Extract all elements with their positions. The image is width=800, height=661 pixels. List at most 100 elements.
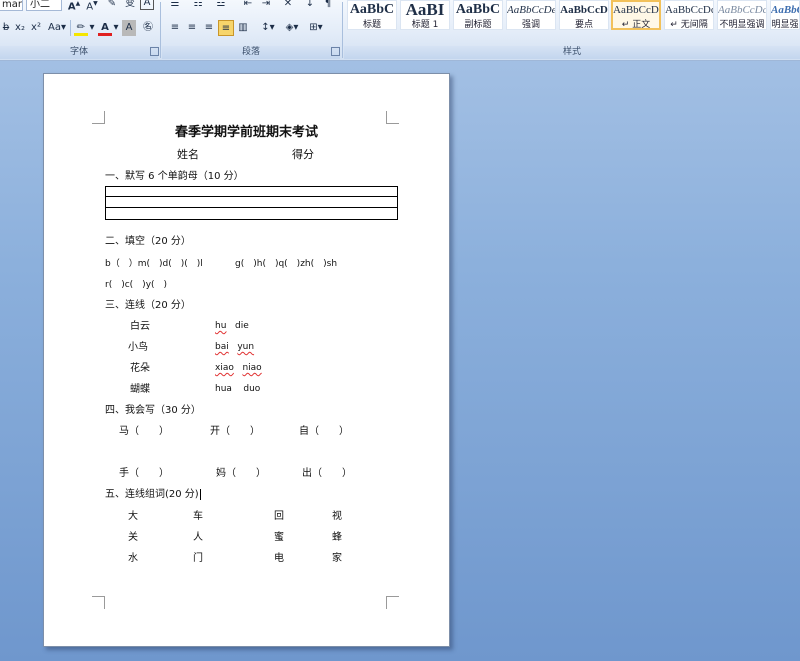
style-preview: AaBbC <box>349 2 395 17</box>
font-color-icon[interactable]: A <box>97 20 113 36</box>
borders-icon[interactable]: ⊞▾ <box>306 20 326 36</box>
style-no-spacing[interactable]: AaBbCcDc ↵ 无间隔 <box>664 0 714 30</box>
style-name: 不明显强调 <box>719 20 765 30</box>
highlight-color-bar <box>74 33 88 36</box>
sort-icon[interactable]: ↓ <box>302 0 318 12</box>
write-item: 妈（ ） <box>216 468 266 479</box>
pinyin-word: yun <box>237 342 255 352</box>
pinyin-row: hua duo <box>215 383 260 396</box>
shrink-font-icon[interactable]: A▼ <box>84 0 100 12</box>
word-char: 家 <box>332 553 342 564</box>
crop-mark-top-right <box>386 111 399 124</box>
fill-blank-line-1b: g( )h( )q( )zh( )sh <box>235 259 338 269</box>
word-char: 蜂 <box>332 532 342 543</box>
text-cursor <box>199 488 201 500</box>
style-name: 明显强 <box>771 20 799 30</box>
word-char: 人 <box>193 532 203 543</box>
style-emphasis[interactable]: AaBbCcDe 强调 <box>506 0 556 30</box>
align-center-icon[interactable]: ≡ <box>184 20 200 36</box>
font-color-bar <box>98 33 112 36</box>
highlight-icon[interactable]: ✏ <box>73 20 89 36</box>
style-heading1[interactable]: AaBI 标题 1 <box>400 0 450 30</box>
grow-font-icon[interactable]: A▲ <box>66 0 82 12</box>
name-label: 姓名 <box>177 148 199 161</box>
font-dialog-launcher-icon[interactable] <box>150 47 159 56</box>
clear-format-icon[interactable]: ✎ <box>104 0 120 12</box>
change-case-icon[interactable]: Aa▾ <box>46 20 68 36</box>
numbering-icon[interactable]: ☷ <box>190 0 206 12</box>
enclose-char-icon[interactable]: ㊔ <box>140 20 156 36</box>
style-preview: AaBbCcDc <box>718 4 766 16</box>
style-subtitle[interactable]: AaBbC 副标题 <box>453 0 503 30</box>
align-right-icon[interactable]: ≡ <box>201 20 217 36</box>
style-preview: AaBI <box>405 1 445 19</box>
fill-blank-line-2: r( )c( )y( ) <box>105 280 168 290</box>
font-color-dropdown-icon[interactable]: ▾ <box>112 20 120 36</box>
word-char: 回 <box>274 511 284 522</box>
section-3-heading: 三、连线（20 分） <box>105 300 191 311</box>
shading-icon[interactable]: ◈▾ <box>282 20 302 36</box>
word-char: 关 <box>128 532 138 543</box>
show-marks-icon[interactable]: ¶ <box>320 0 336 12</box>
distributed-icon[interactable]: ▥ <box>235 20 251 36</box>
superscript-icon[interactable]: x² <box>28 20 44 36</box>
multilevel-list-icon[interactable]: ☲ <box>213 0 229 12</box>
decrease-indent-icon[interactable]: ⇤ <box>240 0 256 12</box>
style-intense-emphasis[interactable]: AaBbCcDc 明显强 <box>770 0 800 30</box>
ribbon: mar 小二 A▲ A▼ ✎ 变 A b x₂ x² Aa▾ ✏ ▾ A ▾ A… <box>0 0 800 61</box>
style-name: 要点 <box>574 20 593 30</box>
pinyin-row: xiao niao <box>215 362 262 375</box>
section-5-heading: 五、连线组词(20 分) <box>105 488 201 501</box>
style-title[interactable]: AaBbC 标题 <box>347 0 397 30</box>
highlight-dropdown-icon[interactable]: ▾ <box>88 20 96 36</box>
pinyin-word: hu <box>215 321 227 331</box>
bullets-icon[interactable]: ☰ <box>167 0 183 12</box>
justify-icon[interactable]: ≡ <box>218 20 234 36</box>
crop-mark-bottom-left <box>92 596 105 609</box>
style-name: 标题 <box>362 20 381 30</box>
pinyin-word: bai <box>215 342 229 352</box>
word-char: 视 <box>332 511 342 522</box>
section-1-heading: 一、默写 6 个单韵母（10 分） <box>105 171 244 182</box>
align-left-icon[interactable]: ≡ <box>167 20 183 36</box>
section-5-heading-text: 五、连线组词(20 分) <box>105 489 199 500</box>
increase-indent-icon[interactable]: ⇥ <box>258 0 274 12</box>
phonetic-guide-icon[interactable]: 变 <box>122 0 138 12</box>
style-name: ↵ 无间隔 <box>670 20 708 30</box>
font-size-combo[interactable]: 小二 <box>26 0 62 11</box>
paragraph-group-label: 段落 <box>162 46 340 59</box>
pinyin-row: bai yun <box>215 341 254 354</box>
line-spacing-icon[interactable]: ↕▾ <box>258 20 278 36</box>
score-label: 得分 <box>292 148 314 161</box>
word-char: 水 <box>128 553 138 564</box>
style-preview: AaBbCcDc <box>771 4 799 16</box>
write-item: 自（ ） <box>299 426 349 437</box>
style-strong[interactable]: AaBbCcD 要点 <box>559 0 609 30</box>
write-item: 开（ ） <box>210 426 260 437</box>
style-preview: AaBbC <box>455 2 501 17</box>
document-page[interactable]: 春季学期学前班期末考试 姓名 得分 一、默写 6 个单韵母（10 分） 二、填空… <box>43 73 450 647</box>
section-2-heading: 二、填空（20 分） <box>105 236 191 247</box>
subscript-icon[interactable]: x₂ <box>12 20 28 36</box>
styles-group-label: 样式 <box>344 46 800 59</box>
page-title: 春季学期学前班期末考试 <box>174 125 318 140</box>
pinyin-word: niao <box>242 363 262 373</box>
style-preview: AaBbCcDe <box>507 4 555 16</box>
style-name: 强调 <box>521 20 540 30</box>
crop-mark-bottom-right <box>386 596 399 609</box>
write-item: 马（ ） <box>119 426 169 437</box>
style-subtle-emphasis[interactable]: AaBbCcDc 不明显强调 <box>717 0 767 30</box>
pinyin-word: xiao <box>215 363 234 373</box>
style-preview: AaBbCcDc <box>613 4 659 16</box>
pinyin-word: die <box>235 321 249 331</box>
char-border-icon[interactable]: A <box>140 0 154 10</box>
word-char: 电 <box>274 553 284 564</box>
font-name-combo[interactable]: mar <box>0 0 23 11</box>
style-normal[interactable]: AaBbCcDc ↵ 正文 <box>611 0 661 30</box>
answer-grid-table[interactable] <box>105 186 398 220</box>
write-item: 手（ ） <box>119 468 169 479</box>
match-left-item: 蝴蝶 <box>130 384 150 395</box>
char-shading-icon[interactable]: A <box>122 20 136 36</box>
paragraph-dialog-launcher-icon[interactable] <box>331 47 340 56</box>
chinese-layout-icon[interactable]: ✕ <box>280 0 296 12</box>
